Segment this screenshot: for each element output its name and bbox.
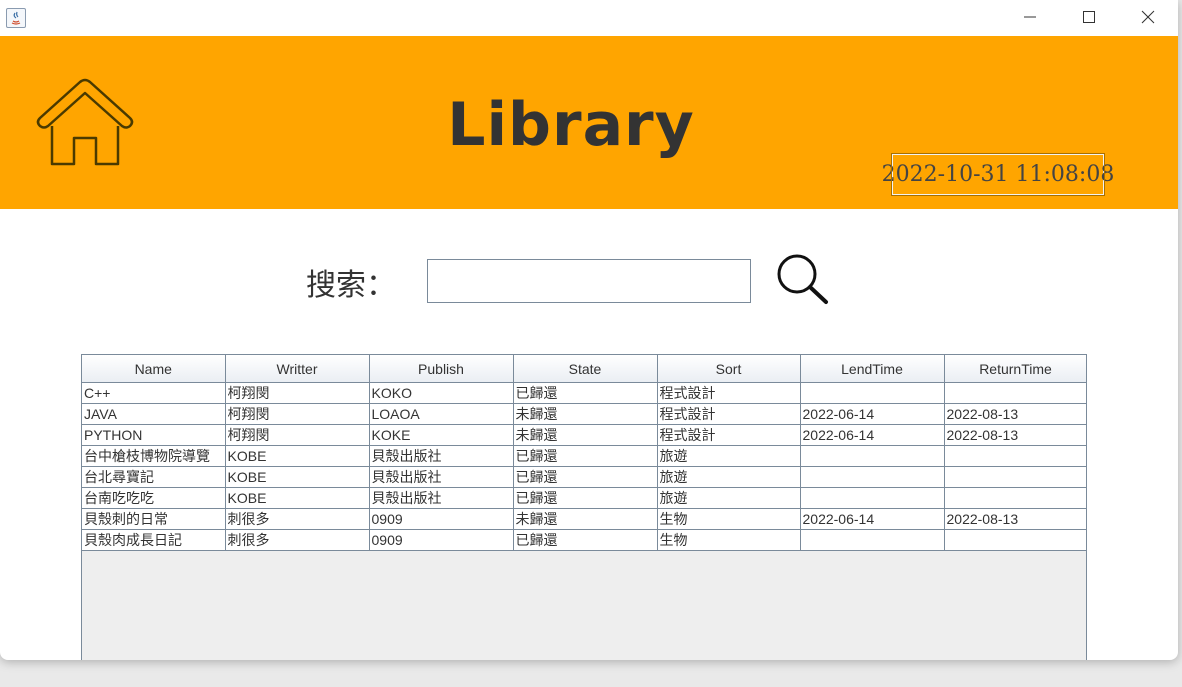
search-input[interactable] [427, 259, 751, 303]
cell-name[interactable]: C++ [82, 382, 226, 404]
cell-writter[interactable]: 柯翔閔 [224, 424, 370, 446]
maximize-button[interactable] [1060, 0, 1118, 34]
cell-returntime[interactable] [943, 466, 1086, 488]
cell-writter[interactable]: KOBE [224, 445, 370, 467]
table-row[interactable]: 貝殼刺的日常 刺很多 0909 未歸還 生物 2022-06-14 2022-0… [82, 508, 1086, 530]
cell-name[interactable]: PYTHON [82, 424, 226, 446]
cell-sort[interactable]: 程式設計 [656, 382, 801, 404]
cell-sort[interactable]: 旅遊 [656, 466, 801, 488]
cell-returntime[interactable]: 2022-08-13 [943, 403, 1086, 425]
cell-state[interactable]: 已歸還 [512, 382, 658, 404]
table-row[interactable]: JAVA 柯翔閔 LOAOA 未歸還 程式設計 2022-06-14 2022-… [82, 403, 1086, 425]
cell-returntime[interactable]: 2022-08-13 [943, 508, 1086, 530]
close-icon [1141, 10, 1155, 24]
cell-state[interactable]: 已歸還 [512, 445, 658, 467]
title-bar [0, 0, 1178, 36]
app-window: Library 2022-10-31 11:08:08 搜索： Name Wri… [0, 0, 1178, 660]
table-row[interactable]: PYTHON 柯翔閔 KOKE 未歸還 程式設計 2022-06-14 2022… [82, 424, 1086, 446]
books-table[interactable]: Name Writter Publish State Sort LendTime… [81, 354, 1087, 660]
cell-name[interactable]: 台北尋寶記 [82, 466, 226, 488]
header-banner: Library 2022-10-31 11:08:08 [0, 36, 1178, 209]
cell-state[interactable]: 已歸還 [512, 487, 658, 509]
cell-lendtime[interactable] [799, 445, 945, 467]
magnifier-icon [777, 254, 828, 304]
maximize-icon [1083, 11, 1095, 23]
cell-name[interactable]: 台中槍枝博物院導覽 [82, 445, 226, 467]
cell-sort[interactable]: 生物 [656, 529, 801, 551]
cell-returntime[interactable] [943, 382, 1086, 404]
cell-returntime[interactable]: 2022-08-13 [943, 424, 1086, 446]
close-button[interactable] [1119, 0, 1177, 34]
table-row[interactable]: 台北尋寶記 KOBE 貝殼出版社 已歸還 旅遊 [82, 466, 1086, 488]
cell-name[interactable]: 台南吃吃吃 [82, 487, 226, 509]
cell-publish[interactable]: 貝殼出版社 [368, 466, 514, 488]
java-app-icon [6, 8, 26, 28]
cell-lendtime[interactable] [799, 382, 945, 404]
cell-writter[interactable]: 柯翔閔 [224, 403, 370, 425]
cell-returntime[interactable] [943, 529, 1086, 551]
cell-state[interactable]: 未歸還 [512, 403, 658, 425]
cell-sort[interactable]: 生物 [656, 508, 801, 530]
cell-writter[interactable]: 刺很多 [224, 508, 370, 530]
cell-lendtime[interactable] [799, 487, 945, 509]
cell-name[interactable]: 貝殼刺的日常 [82, 508, 226, 530]
datetime-display: 2022-10-31 11:08:08 [882, 153, 1114, 196]
column-header-returntime[interactable]: ReturnTime [943, 355, 1086, 383]
app-title: Library [447, 90, 695, 160]
cell-state[interactable]: 已歸還 [512, 529, 658, 551]
cell-writter[interactable]: 刺很多 [224, 529, 370, 551]
column-header-publish[interactable]: Publish [368, 355, 514, 383]
cell-sort[interactable]: 旅遊 [656, 445, 801, 467]
cell-publish[interactable]: 0909 [368, 508, 514, 530]
minimize-icon [1024, 16, 1036, 18]
table-header-row: Name Writter Publish State Sort LendTime… [82, 355, 1086, 383]
table-row[interactable]: C++ 柯翔閔 KOKO 已歸還 程式設計 [82, 382, 1086, 404]
table-row[interactable]: 貝殼肉成長日記 刺很多 0909 已歸還 生物 [82, 529, 1086, 551]
search-button[interactable] [773, 252, 833, 308]
cell-returntime[interactable] [943, 445, 1086, 467]
cell-lendtime[interactable] [799, 529, 945, 551]
cell-name[interactable]: 貝殼肉成長日記 [82, 529, 226, 551]
cell-lendtime[interactable]: 2022-06-14 [799, 424, 945, 446]
cell-lendtime[interactable]: 2022-06-14 [799, 508, 945, 530]
cell-lendtime[interactable]: 2022-06-14 [799, 403, 945, 425]
column-header-name[interactable]: Name [82, 355, 226, 383]
cell-sort[interactable]: 旅遊 [656, 487, 801, 509]
cell-writter[interactable]: KOBE [224, 466, 370, 488]
search-label: 搜索： [306, 268, 396, 303]
cell-publish[interactable]: KOKO [368, 382, 514, 404]
cell-publish[interactable]: 貝殼出版社 [368, 487, 514, 509]
column-header-state[interactable]: State [512, 355, 658, 383]
cell-returntime[interactable] [943, 487, 1086, 509]
cell-writter[interactable]: 柯翔閔 [224, 382, 370, 404]
cell-state[interactable]: 已歸還 [512, 466, 658, 488]
cell-writter[interactable]: KOBE [224, 487, 370, 509]
cell-sort[interactable]: 程式設計 [656, 424, 801, 446]
cell-publish[interactable]: KOKE [368, 424, 514, 446]
table-row[interactable]: 台中槍枝博物院導覽 KOBE 貝殼出版社 已歸還 旅遊 [82, 445, 1086, 467]
table-row[interactable]: 台南吃吃吃 KOBE 貝殼出版社 已歸還 旅遊 [82, 487, 1086, 509]
cell-publish[interactable]: 0909 [368, 529, 514, 551]
column-header-sort[interactable]: Sort [656, 355, 801, 383]
cell-state[interactable]: 未歸還 [512, 508, 658, 530]
cell-publish[interactable]: LOAOA [368, 403, 514, 425]
cell-state[interactable]: 未歸還 [512, 424, 658, 446]
cell-name[interactable]: JAVA [82, 403, 226, 425]
cell-sort[interactable]: 程式設計 [656, 403, 801, 425]
cell-lendtime[interactable] [799, 466, 945, 488]
cell-publish[interactable]: 貝殼出版社 [368, 445, 514, 467]
column-header-lendtime[interactable]: LendTime [799, 355, 945, 383]
minimize-button[interactable] [1001, 0, 1059, 34]
column-header-writter[interactable]: Writter [224, 355, 370, 383]
